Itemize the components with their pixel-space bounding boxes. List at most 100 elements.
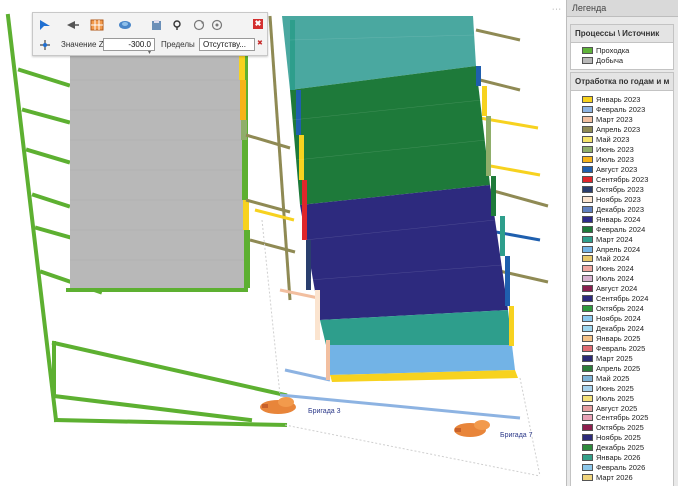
- limits-label: Пределы: [161, 40, 195, 49]
- months-label: Апрель 2023: [596, 125, 641, 135]
- z-value-label: Значение Z: [61, 40, 104, 49]
- toolbar-grip-icon[interactable]: ▾: [148, 50, 154, 56]
- limits-select[interactable]: Отсутству...: [199, 38, 255, 51]
- brigade-7-label: Бригада 7: [500, 432, 533, 439]
- months-swatch: [582, 404, 593, 412]
- months-list: Январь 2023 Февраль 2023 Март 2023 Апрель 2…: [571, 91, 673, 483]
- months-swatch: [582, 305, 593, 313]
- months-swatch: [582, 255, 593, 263]
- months-item: Июнь 2024: [571, 264, 673, 274]
- months-item: Март 2026: [571, 473, 673, 483]
- months-item: Январь 2025: [571, 334, 673, 344]
- months-label: Апрель 2025: [596, 363, 641, 373]
- months-swatch: [582, 175, 593, 183]
- months-label: Январь 2026: [596, 453, 641, 463]
- months-swatch: [582, 106, 593, 114]
- processes-list: Проходка Добыча: [571, 43, 673, 66]
- months-swatch: [582, 374, 593, 382]
- months-item: Февраль 2023: [571, 105, 673, 115]
- months-item: Январь 2023: [571, 95, 673, 105]
- months-swatch: [582, 295, 593, 303]
- months-label: Ноябрь 2024: [596, 314, 641, 324]
- months-swatch: [582, 334, 593, 342]
- close-toolbar-button[interactable]: ✖: [253, 19, 263, 29]
- months-item: Декабрь 2025: [571, 443, 673, 453]
- months-label: Ноябрь 2025: [596, 433, 641, 443]
- months-swatch: [582, 245, 593, 253]
- months-label: Март 2024: [596, 234, 633, 244]
- months-label: Декабрь 2025: [596, 443, 645, 453]
- processes-item: Добыча: [571, 56, 673, 66]
- equipment-brigade-7-icon[interactable]: [454, 420, 490, 437]
- more-icon[interactable]: ···: [552, 6, 562, 13]
- months-item: Июль 2024: [571, 274, 673, 284]
- months-label: Апрель 2024: [596, 244, 641, 254]
- months-label: Май 2023: [596, 135, 630, 145]
- processes-panel: Процессы \ Источник Проходка Добыча: [570, 24, 674, 70]
- processes-item: Проходка: [571, 46, 673, 56]
- grid-tool-icon[interactable]: [89, 18, 105, 32]
- months-label: Сентябрь 2023: [596, 174, 649, 184]
- months-label: Июль 2023: [596, 155, 634, 165]
- limits-clear-icon[interactable]: ✖: [257, 39, 263, 47]
- arrow-tool-icon[interactable]: [65, 18, 81, 32]
- months-item: Сентябрь 2025: [571, 413, 673, 423]
- app-window: Бригада 3 Бригада 7 ✖ Значение Z -300.0 …: [0, 0, 678, 486]
- measure-tool-icon[interactable]: [169, 18, 185, 32]
- months-swatch: [582, 454, 593, 462]
- months-label: Февраль 2026: [596, 463, 646, 473]
- equipment-brigade-3-icon[interactable]: [260, 397, 296, 414]
- months-label: Январь 2024: [596, 214, 641, 224]
- reset-view-icon[interactable]: [209, 18, 225, 32]
- mine-scene[interactable]: Бригада 3 Бригада 7: [0, 0, 566, 486]
- months-label: Декабрь 2023: [596, 204, 645, 214]
- 3d-viewport[interactable]: Бригада 3 Бригада 7 ✖ Значение Z -300.0 …: [0, 0, 566, 486]
- months-label: Январь 2023: [596, 95, 641, 105]
- months-label: Июль 2024: [596, 274, 634, 284]
- months-item: Декабрь 2023: [571, 204, 673, 214]
- months-swatch: [582, 434, 593, 442]
- months-swatch: [582, 265, 593, 273]
- bucket-tool-icon[interactable]: [149, 18, 165, 32]
- months-label: Август 2025: [596, 403, 638, 413]
- months-label: Февраль 2023: [596, 105, 646, 115]
- months-swatch: [582, 285, 593, 293]
- months-swatch: [582, 136, 593, 144]
- months-swatch: [582, 215, 593, 223]
- months-label: Сентябрь 2024: [596, 294, 649, 304]
- months-item: Январь 2024: [571, 214, 673, 224]
- move-tool-icon[interactable]: [37, 38, 53, 52]
- months-swatch: [582, 444, 593, 452]
- months-label: Июнь 2024: [596, 264, 634, 274]
- months-swatch: [582, 166, 593, 174]
- months-title: Отработка по годам и м: [571, 73, 673, 91]
- months-swatch: [582, 156, 593, 164]
- months-label: Март 2023: [596, 115, 633, 125]
- months-label: Октябрь 2025: [596, 423, 644, 433]
- months-label: Февраль 2025: [596, 343, 646, 353]
- months-swatch: [582, 354, 593, 362]
- months-label: Март 2026: [596, 473, 633, 483]
- months-swatch: [582, 185, 593, 193]
- months-item: Декабрь 2024: [571, 324, 673, 334]
- months-label: Февраль 2024: [596, 224, 646, 234]
- processes-swatch: [582, 57, 593, 65]
- layers-tool-icon[interactable]: [117, 18, 133, 32]
- months-swatch: [582, 195, 593, 203]
- months-swatch: [582, 414, 593, 422]
- months-label: Декабрь 2024: [596, 324, 645, 334]
- months-label: Октябрь 2023: [596, 184, 644, 194]
- months-item: Ноябрь 2025: [571, 433, 673, 443]
- months-swatch: [582, 394, 593, 402]
- months-item: Март 2024: [571, 234, 673, 244]
- months-item: Сентябрь 2024: [571, 294, 673, 304]
- months-swatch: [582, 344, 593, 352]
- months-label: Август 2023: [596, 165, 638, 175]
- months-swatch: [582, 116, 593, 124]
- select-tool-icon[interactable]: [37, 18, 53, 32]
- months-swatch: [582, 96, 593, 104]
- months-item: Март 2025: [571, 353, 673, 363]
- rotate-tool-icon[interactable]: [191, 18, 207, 32]
- months-label: Сентябрь 2025: [596, 413, 649, 423]
- months-label: Август 2024: [596, 284, 638, 294]
